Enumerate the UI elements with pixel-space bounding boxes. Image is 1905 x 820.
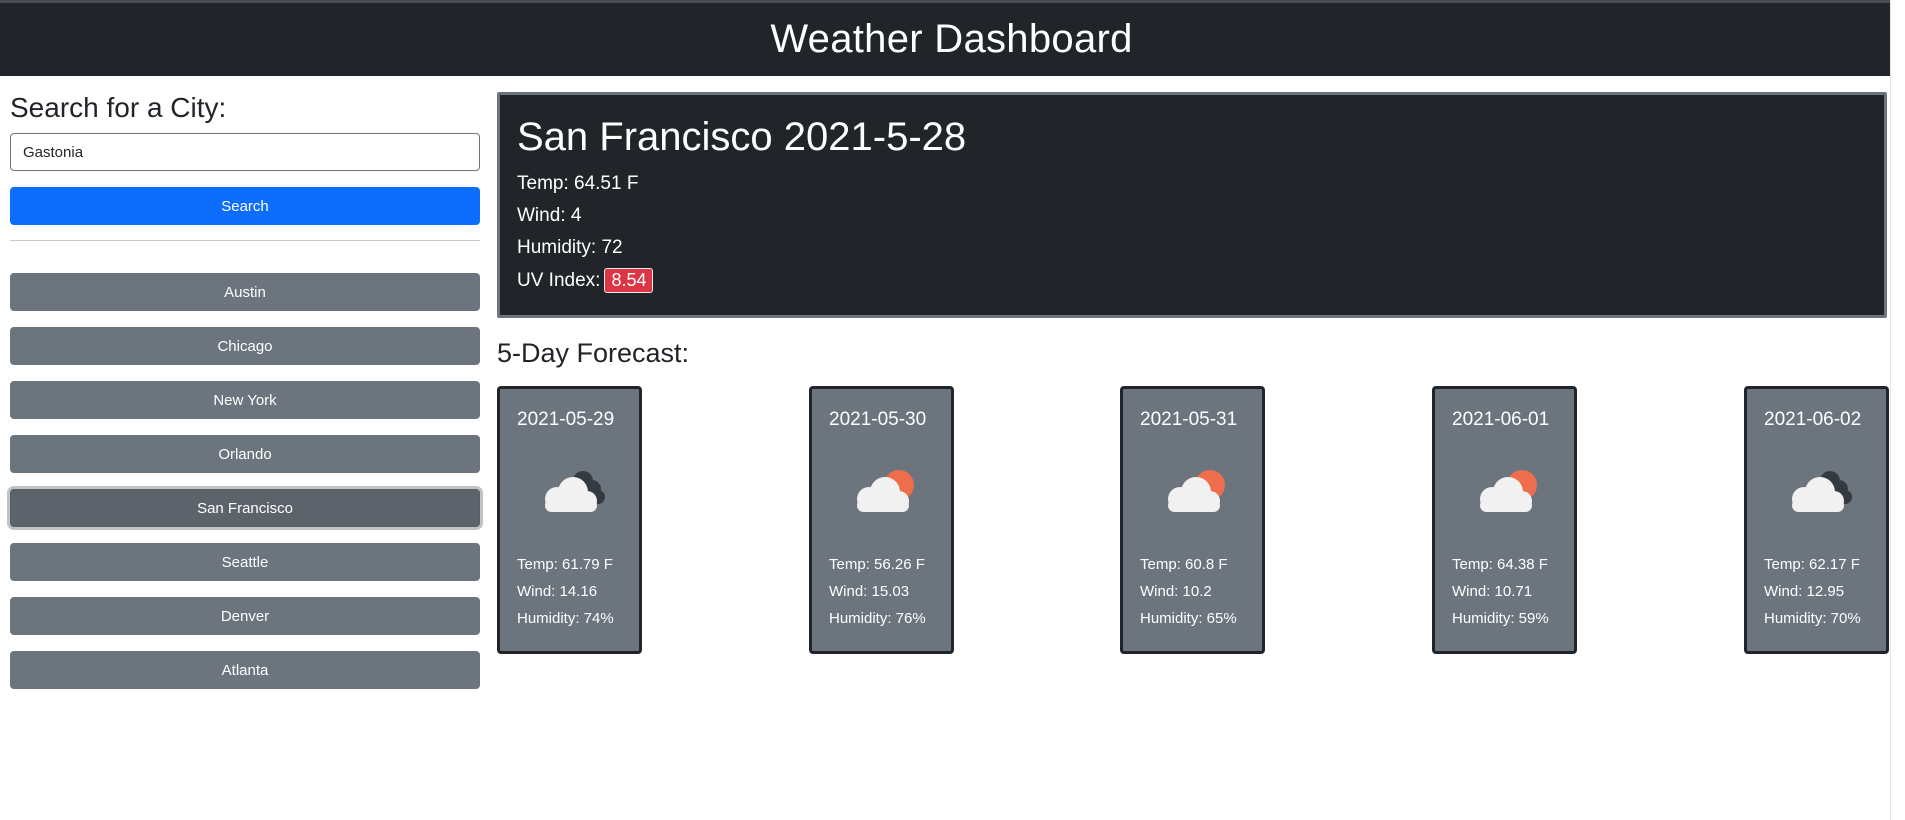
history-button-new-york[interactable]: New York xyxy=(10,381,480,419)
partly-cloudy-icon xyxy=(1168,470,1225,512)
current-weather-card: San Francisco 2021-5-28 Temp: 64.51 F Wi… xyxy=(497,92,1887,318)
history-button-orlando[interactable]: Orlando xyxy=(10,435,480,473)
forecast-temp: Temp: 60.8 F xyxy=(1140,556,1228,573)
forecast-card: 2021-05-30 Temp: 56.26 F Wind: 15.03 Hum… xyxy=(809,386,954,654)
forecast-temp: Temp: 56.26 F xyxy=(829,556,925,573)
current-wind: Wind: 4 xyxy=(517,205,582,226)
current-uv-row: UV Index: 8.54 xyxy=(517,268,654,293)
forecast-card: 2021-06-02 Temp: 62.17 F Wind: 12.95 Hum… xyxy=(1744,386,1889,654)
uv-index-badge: 8.54 xyxy=(604,268,654,293)
uv-index-label: UV Index: xyxy=(517,270,601,291)
forecast-humidity: Humidity: 65% xyxy=(1140,610,1237,627)
forecast-humidity: Humidity: 74% xyxy=(517,610,614,627)
current-temp: Temp: 64.51 F xyxy=(517,173,639,194)
forecast-date: 2021-05-29 xyxy=(517,409,615,430)
forecast-wind: Wind: 14.16 xyxy=(517,583,598,600)
history-button-atlanta[interactable]: Atlanta xyxy=(10,651,480,689)
search-label: Search for a City: xyxy=(10,92,227,123)
forecast-humidity: Humidity: 59% xyxy=(1452,610,1549,627)
partly-cloudy-icon xyxy=(857,470,914,512)
search-button[interactable]: Search xyxy=(10,187,480,225)
history-button-chicago[interactable]: Chicago xyxy=(10,327,480,365)
current-humidity: Humidity: 72 xyxy=(517,237,623,258)
forecast-temp: Temp: 61.79 F xyxy=(517,556,613,573)
history-button-denver[interactable]: Denver xyxy=(10,597,480,635)
forecast-card: 2021-05-31 Temp: 60.8 F Wind: 10.2 Humid… xyxy=(1120,386,1265,654)
city-search-input[interactable] xyxy=(10,133,480,171)
partly-cloudy-icon xyxy=(1480,470,1537,512)
forecast-humidity: Humidity: 70% xyxy=(1764,610,1861,627)
forecast-wind: Wind: 15.03 xyxy=(829,583,910,600)
page-scrollbar[interactable] xyxy=(1890,0,1905,820)
forecast-card: 2021-05-29 Temp: 61.79 F Wind: 14.16 Hum… xyxy=(497,386,642,654)
forecast-date: 2021-06-02 xyxy=(1764,409,1862,430)
page-title: Weather Dashboard xyxy=(770,17,1133,61)
forecast-wind: Wind: 10.71 xyxy=(1452,583,1533,600)
cloudy-icon xyxy=(545,471,605,512)
forecast-date: 2021-05-30 xyxy=(829,409,927,430)
history-button-austin[interactable]: Austin xyxy=(10,273,480,311)
forecast-card: 2021-06-01 Temp: 64.38 F Wind: 10.71 Hum… xyxy=(1432,386,1577,654)
forecast-wind: Wind: 12.95 xyxy=(1764,583,1845,600)
history-button-seattle[interactable]: Seattle xyxy=(10,543,480,581)
forecast-date: 2021-06-01 xyxy=(1452,409,1550,430)
current-city-date: San Francisco 2021-5-28 xyxy=(517,115,967,159)
forecast-temp: Temp: 62.17 F xyxy=(1764,556,1860,573)
navbar: Weather Dashboard xyxy=(0,3,1903,76)
forecast-wind: Wind: 10.2 xyxy=(1140,583,1212,600)
forecast-humidity: Humidity: 76% xyxy=(829,610,926,627)
sidebar-divider xyxy=(10,240,480,241)
forecast-title: 5-Day Forecast: xyxy=(497,338,690,368)
cloudy-icon xyxy=(1792,471,1852,512)
forecast-temp: Temp: 64.38 F xyxy=(1452,556,1548,573)
forecast-date: 2021-05-31 xyxy=(1140,409,1238,430)
history-button-san-francisco[interactable]: San Francisco xyxy=(10,489,480,527)
